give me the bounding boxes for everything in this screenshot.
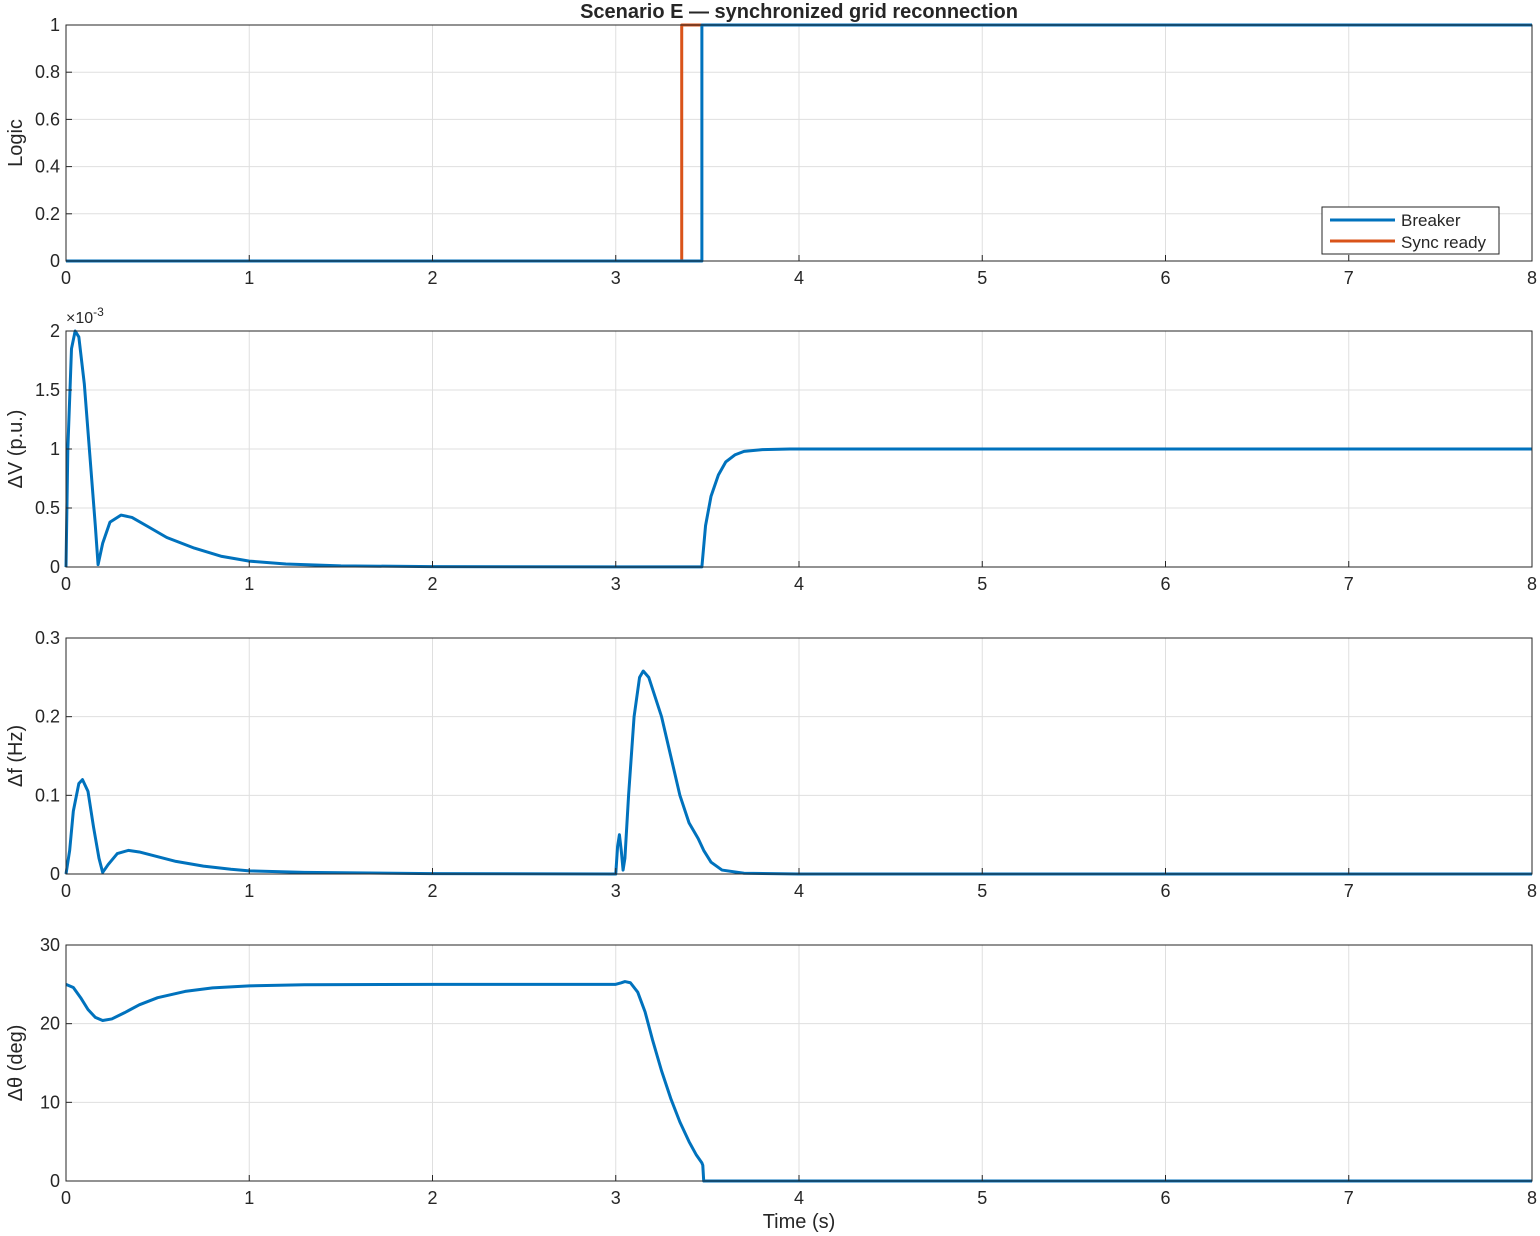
x-tick-label: 3 [611,268,621,288]
y-tick-label: 0 [50,557,60,577]
x-tick-label: 1 [244,268,254,288]
figure-title: Scenario E — synchronized grid reconnect… [580,1,1018,23]
subplot-logic: 0 1 2 3 4 5 6 7 8 0 0.2 0.4 0.6 0.8 1 Logic Breaker S… [5,15,1537,288]
x-tick-label: 1 [244,881,254,901]
x-axis-label: Time (s) [763,1211,836,1233]
y-axis-label-logic: Logic [5,119,27,167]
figure: Scenario E — synchronized grid reconnect… [0,0,1540,1236]
y-multiplier-base: ×10 [66,310,93,327]
y-tick-label: 0.1 [35,785,60,805]
x-tick-label: 7 [1344,268,1354,288]
x-tick-label: 6 [1160,1188,1170,1208]
y-tick-label: 0 [50,1171,60,1191]
x-tick-label: 0 [61,1188,71,1208]
x-tick-label: 4 [794,268,804,288]
x-tick-label: 8 [1527,574,1537,594]
y-tick-label: 0.3 [35,628,60,648]
x-tick-label: 5 [977,574,987,594]
x-tick-label: 6 [1160,268,1170,288]
x-tick-label: 3 [611,574,621,594]
x-tick-label: 2 [427,268,437,288]
subplot-delta-v: 0 1 2 3 4 5 6 7 8 0 0.5 1 1.5 2 ΔV (p.u.) ×10-3 [5,305,1537,594]
y-tick-label: 1 [50,15,60,35]
x-tick-label: 2 [427,881,437,901]
x-tick-label: 8 [1527,1188,1537,1208]
y-tick-label: 20 [40,1014,60,1034]
x-tick-label: 3 [611,1188,621,1208]
x-tick-label: 8 [1527,268,1537,288]
x-tick-label: 7 [1344,574,1354,594]
x-tick-label: 4 [794,574,804,594]
y-tick-label: 0.6 [35,109,60,129]
y-tick-label: 2 [50,321,60,341]
x-tick-label: 5 [977,881,987,901]
y-multiplier-exponent: -3 [93,305,104,319]
legend-label-sync-ready: Sync ready [1401,233,1487,252]
y-tick-label: 1 [50,439,60,459]
y-tick-label: 1.5 [35,380,60,400]
x-tick-label: 0 [61,574,71,594]
x-tick-label: 2 [427,1188,437,1208]
y-tick-label: 0.4 [35,157,60,177]
x-tick-label: 8 [1527,881,1537,901]
x-tick-label: 0 [61,268,71,288]
x-tick-label: 6 [1160,574,1170,594]
x-tick-label: 5 [977,1188,987,1208]
x-tick-label: 2 [427,574,437,594]
x-tick-label: 1 [244,574,254,594]
x-tick-label: 4 [794,881,804,901]
y-tick-label: 0.2 [35,707,60,727]
x-tick-label: 6 [1160,881,1170,901]
x-tick-label: 7 [1344,881,1354,901]
x-tick-label: 7 [1344,1188,1354,1208]
x-tick-label: 5 [977,268,987,288]
y-axis-label-delta-v: ΔV (p.u.) [5,410,27,489]
y-tick-label: 0.5 [35,498,60,518]
x-tick-label: 3 [611,881,621,901]
y-axis-label-delta-theta: Δθ (deg) [5,1025,27,1102]
y-tick-label: 0 [50,251,60,271]
legend-label-breaker: Breaker [1401,211,1461,230]
x-tick-label: 1 [244,1188,254,1208]
y-tick-label: 0 [50,864,60,884]
y-tick-label: 10 [40,1092,60,1112]
legend: Breaker Sync ready [1321,206,1500,255]
y-axis-label-delta-f: Δf (Hz) [5,725,27,787]
x-tick-label: 0 [61,881,71,901]
subplot-delta-f: 0 1 2 3 4 5 6 7 8 0 0.1 0.2 0.3 Δf (Hz) [5,628,1537,901]
y-tick-label: 30 [40,935,60,955]
y-tick-label: 0.2 [35,204,60,224]
y-tick-label: 0.8 [35,62,60,82]
x-tick-label: 4 [794,1188,804,1208]
